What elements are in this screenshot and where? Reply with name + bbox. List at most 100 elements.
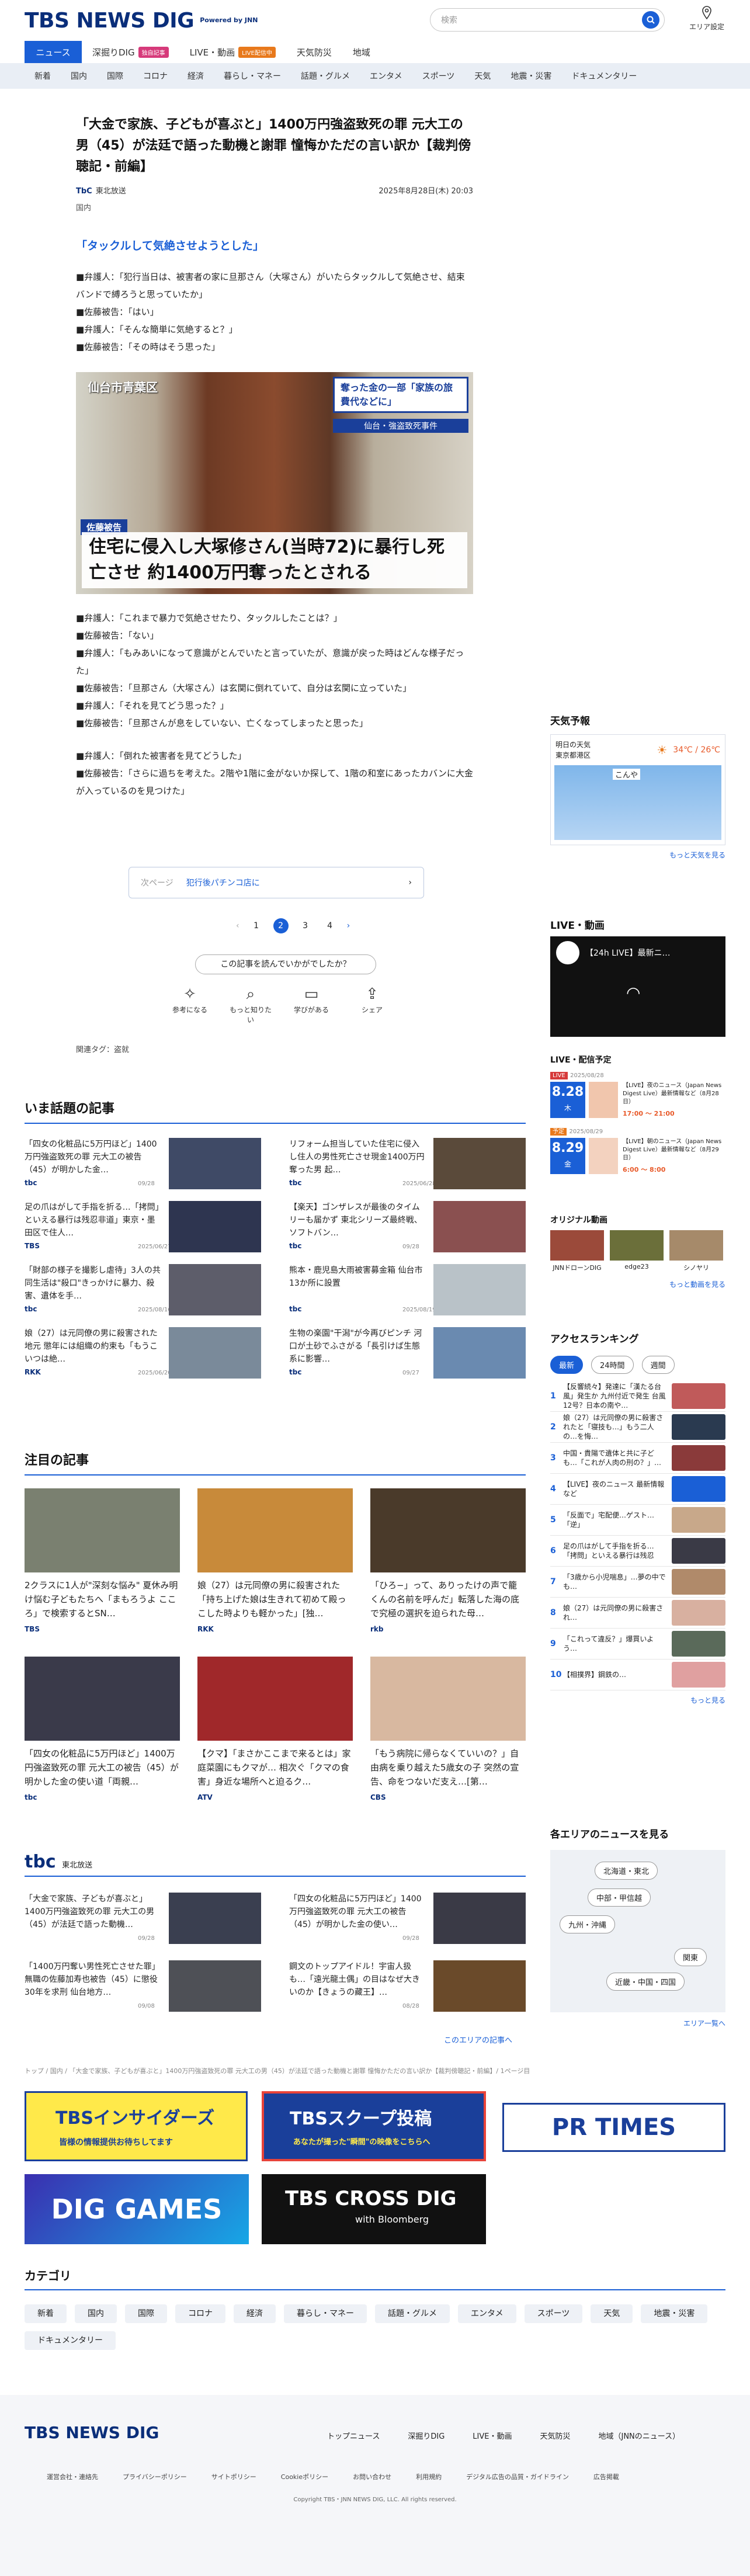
popular-item[interactable]: 【楽天】ゴンザレスが最後のタイムリーも届かず 東北シリーズ最終戦、ソフトバン… t… [289, 1201, 526, 1257]
pager-prev-icon[interactable]: ‹ [236, 921, 239, 931]
footer-link[interactable]: お問い合わせ [353, 2472, 391, 2481]
ranking-item[interactable]: 9 「これって違反？」爆買いよう… [550, 1629, 725, 1660]
local-item[interactable]: 「大金で家族、子どもが喜ぶと」1400万円強盗致死の罪 元大工の男（45）が法廷… [25, 1893, 261, 1949]
nav-dig[interactable]: 深掘りDIG 独自記事 [82, 41, 179, 63]
featured-card[interactable]: 「四女の化粧品に5万円ほど」1400万円強盗致死の罪 元大工の被告（45）が明か… [25, 1657, 180, 1801]
nav-region[interactable]: 地域 [342, 41, 381, 63]
article-source[interactable]: 東北放送 [96, 187, 126, 196]
footer-logo[interactable]: TBS NEWS DIG [25, 2423, 159, 2442]
orig-item[interactable]: JNNドローンDIG [550, 1230, 604, 1272]
orig-item[interactable]: シノヤリ [669, 1230, 723, 1272]
category-chip[interactable]: 経済 [234, 2304, 276, 2323]
nav-weather[interactable]: 天気防災 [286, 41, 342, 63]
category-chip[interactable]: エンタメ [458, 2304, 516, 2323]
site-logo[interactable]: TBS NEWS DIG Powered by JNN [25, 9, 258, 33]
popular-item[interactable]: 「財部の様子を撮影し虐待」3人の共同生活は"殺口"きっかけに暴力、殺害、遺体を手… [25, 1264, 261, 1320]
cat-nav-item[interactable]: 国際 [97, 70, 133, 82]
ranking-item[interactable]: 5 「反面で」宅配便…ゲスト…「逆」 [550, 1505, 725, 1536]
search-icon[interactable] [642, 11, 659, 29]
footer-nav-item[interactable]: トップニュース [327, 2430, 380, 2441]
footer-link[interactable]: サイトポリシー [211, 2472, 256, 2481]
tab-weekly[interactable]: 週間 [641, 1356, 675, 1374]
popular-item[interactable]: リフォーム担当していた住宅に侵入し住人の男性死亡させ現金1400万円奪った男 起… [289, 1138, 526, 1194]
area-button[interactable]: 関東 [674, 1948, 707, 1966]
popular-item[interactable]: 熊本・鹿児島大雨被害募金箱 仙台市13か所に設置 tbc 2025/08/19 [289, 1264, 526, 1320]
area-button[interactable]: 近畿・中国・四国 [606, 1973, 685, 1991]
category-chip[interactable]: 地震・災害 [641, 2304, 708, 2323]
footer-nav-item[interactable]: 深掘りDIG [408, 2430, 445, 2441]
local-more-link[interactable]: このエリアの記事へ [444, 2034, 512, 2045]
weather-more-link[interactable]: もっと天気を見る [550, 850, 725, 860]
weather-card[interactable]: 明日の天気 東京都港区 ☀ 34℃ / 26℃ こんや [550, 734, 725, 845]
nav-live[interactable]: LIVE・動画 LIVE配信中 [179, 41, 286, 63]
tab-latest[interactable]: 最新 [550, 1356, 584, 1374]
footer-link[interactable]: Cookieポリシー [281, 2472, 328, 2481]
cat-nav-item[interactable]: 話題・グルメ [291, 70, 360, 82]
reaction-learn[interactable]: ▭ 学びがある [290, 984, 333, 1025]
category-chip[interactable]: 天気 [591, 2304, 633, 2323]
area-button[interactable]: 中部・甲信越 [588, 1888, 651, 1907]
footer-link[interactable]: 広告掲載 [593, 2472, 619, 2481]
prtimes-banner[interactable]: PR TIMES [502, 2103, 725, 2152]
footer-link[interactable]: 利用規約 [416, 2472, 442, 2481]
featured-card[interactable]: 2クラスに1人が"深刻な悩み" 夏休み明け悩む子どもたちへ「まもろうよ こころ」… [25, 1488, 180, 1633]
page-button[interactable]: 4 [322, 918, 338, 933]
tab-24h[interactable]: 24時間 [591, 1356, 634, 1374]
reaction-helpful[interactable]: ✧ 参考になる [168, 984, 211, 1025]
local-item[interactable]: 鋼文のトップアイドル！宇宙人扱も…「遠光龍土偶」の目はなぜ大きいのか【きょうの藏… [289, 1960, 526, 2016]
ranking-item[interactable]: 1 【反響続々】発達に「漢たる台風」発生か 九州付近で発生 台風12号？日本の南や… [550, 1381, 725, 1412]
scoop-banner[interactable]: TBSスクープ投稿 あなたが撮った"瞬間"の映像をこちらへ [262, 2091, 486, 2161]
live-video-player[interactable]: 【24h LIVE】最新ニ… ◠ [550, 936, 725, 1037]
category-chip[interactable]: 新着 [25, 2304, 67, 2323]
category-chip[interactable]: コロナ [175, 2304, 225, 2323]
category-chip[interactable]: 国際 [125, 2304, 167, 2323]
next-page-link[interactable]: 次ページ 犯行後パチンコ店に › [129, 867, 424, 898]
page-button[interactable]: 3 [298, 918, 313, 933]
cat-nav-item[interactable]: ドキュメンタリー [561, 70, 647, 82]
ranking-more-link[interactable]: もっと見る [550, 1695, 725, 1705]
footer-link[interactable]: プライバシーポリシー [123, 2472, 187, 2481]
popular-item[interactable]: 「四女の化粧品に5万円ほど」1400万円強盗致死の罪 元大工の被告（45）が明か… [25, 1138, 261, 1194]
cat-nav-item[interactable]: エンタメ [360, 70, 412, 82]
page-button[interactable]: 1 [249, 918, 264, 933]
category-chip[interactable]: スポーツ [524, 2304, 583, 2323]
schedule-item[interactable]: LIVE 2025/08/28 8.28 木 【LIVE】夜のニュース（Japan… [550, 1070, 725, 1123]
popular-item[interactable]: 娘（27）は元同僚の男に殺害された地元 懲年には組織の約束も「もうこいつは絶… R… [25, 1327, 261, 1383]
article-category[interactable]: 国内 [76, 202, 473, 213]
featured-card[interactable]: 娘（27）は元同僚の男に殺害された「持ち上げた娘は生きれて初めて殿っこした時より… [197, 1488, 353, 1633]
reaction-more[interactable]: ⌕ もっと知りたい [229, 984, 272, 1025]
orig-more-link[interactable]: もっと動画を見る [550, 1279, 725, 1289]
cat-nav-item[interactable]: 国内 [61, 70, 97, 82]
ranking-item[interactable]: 6 足の爪はがして手指を折る…「拷問」といえる暴行は残忍 [550, 1536, 725, 1567]
ranking-item[interactable]: 3 中国・貴陽で遺体と共に子ども…「これが人肉の刑の？」… [550, 1443, 725, 1474]
featured-card[interactable]: 「もう病院に帰らなくていいの？」自由病を乗り越えた5歳女の子 突然の宣告、命をつ… [370, 1657, 526, 1801]
ranking-item[interactable]: 10 【相撲界】鋼鉄の… [550, 1660, 725, 1690]
cat-nav-item[interactable]: 天気 [464, 70, 501, 82]
footer-link[interactable]: 運営会社・連絡先 [47, 2472, 98, 2481]
category-chip[interactable]: 話題・グルメ [375, 2304, 450, 2323]
category-chip[interactable]: 暮らし・マネー [284, 2304, 367, 2323]
ranking-item[interactable]: 8 娘（27）は元同僚の男に殺害され… [550, 1598, 725, 1629]
insider-banner[interactable]: TBSインサイダーズ 皆様の情報提供お待ちしてます [25, 2091, 248, 2161]
ranking-item[interactable]: 7 「3歳から小児喘息」…夢の中でも… [550, 1567, 725, 1598]
games-banner[interactable]: DIG GAMES [25, 2174, 249, 2244]
related-tags[interactable]: 関連タグ：盗就 [76, 1043, 129, 1054]
area-button[interactable]: 九州・沖縄 [560, 1915, 616, 1933]
featured-card[interactable]: 【クマ】「まさかここまで来るとは」家庭菜園にもクマが… 相次ぐ「クマの食害」身近… [197, 1657, 353, 1801]
breadcrumb[interactable]: トップ / 国内 / 「大金で家族、子どもが喜ぶと」1400万円強盗致死の罪 元… [25, 2066, 725, 2075]
ranking-item[interactable]: 2 娘（27）は元同僚の男に殺害されたと「寝技も…」もう二人の…を悔… [550, 1412, 725, 1443]
footer-nav-item[interactable]: 天気防災 [540, 2430, 570, 2441]
cat-nav-item[interactable]: 地震・災害 [501, 70, 561, 82]
nav-news[interactable]: ニュース [25, 41, 82, 63]
area-more-link[interactable]: エリア一覧へ [550, 2018, 725, 2028]
reaction-share[interactable]: ⇪ シェア [350, 984, 394, 1025]
featured-card[interactable]: 「ひろ−」って、ありったけの声で籠くんの名前を呼んだ」転落した海の底で究極の選択… [370, 1488, 526, 1633]
cat-nav-item[interactable]: 暮らし・マネー [214, 70, 291, 82]
page-button-current[interactable]: 2 [273, 918, 289, 933]
area-setting-button[interactable]: エリア設定 [686, 6, 727, 32]
popular-item[interactable]: 足の爪はがして手指を折る…「拷問」といえる暴行は残忍非道」東京・墨田区で住人… T… [25, 1201, 261, 1257]
crossdig-banner[interactable]: TBS CROSS DIG with Bloomberg [262, 2174, 486, 2244]
pager-next-icon[interactable]: › [347, 921, 350, 931]
footer-link[interactable]: デジタル広告の品質・ガイドライン [466, 2472, 569, 2481]
category-chip[interactable]: ドキュメンタリー [25, 2331, 116, 2350]
